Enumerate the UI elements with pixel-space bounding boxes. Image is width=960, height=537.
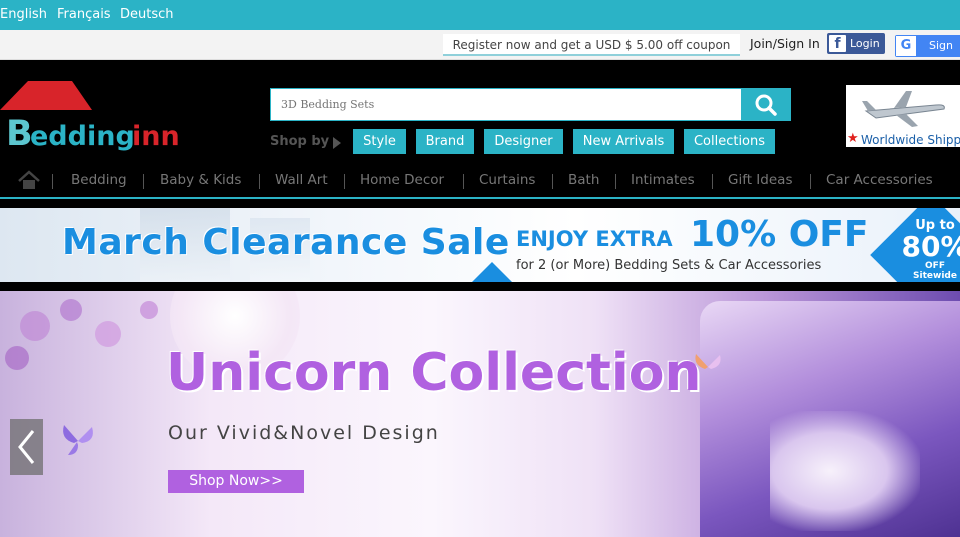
nav-separator xyxy=(344,174,345,189)
blossom-decor xyxy=(5,346,29,370)
logo-text: edding xyxy=(30,121,135,152)
nav-item-curtains[interactable]: Curtains xyxy=(479,172,535,188)
facebook-login-label: Login xyxy=(850,37,880,50)
coupon-banner[interactable]: Register now and get a USD $ 5.00 off co… xyxy=(443,34,740,56)
shop-by-designer-button[interactable]: Designer xyxy=(484,129,563,154)
slider-prev-button[interactable] xyxy=(10,419,43,475)
facebook-login-button[interactable]: f Login xyxy=(827,33,885,54)
lang-deutsch[interactable]: Deutsch xyxy=(120,7,174,22)
search-icon xyxy=(755,94,777,116)
logo-b: B xyxy=(6,114,33,154)
nav-separator xyxy=(615,174,616,189)
nav-item-wall-art[interactable]: Wall Art xyxy=(275,172,328,188)
promo-triangle-decor xyxy=(472,262,512,282)
nav-item-bath[interactable]: Bath xyxy=(568,172,599,188)
butterfly-icon xyxy=(63,425,93,455)
promo-badge: Up to 80% OFF Sitewide xyxy=(900,218,960,281)
nav-item-intimates[interactable]: Intimates xyxy=(631,172,695,188)
shop-by-brand-button[interactable]: Brand xyxy=(416,129,474,154)
beddinginn-logo[interactable]: B edding inn xyxy=(0,79,200,154)
nav-item-car-accessories[interactable]: Car Accessories xyxy=(826,172,933,188)
shipping-text: Worldwide Shipping xyxy=(861,133,960,147)
nav-item-bedding[interactable]: Bedding xyxy=(71,172,127,188)
shop-by-new-arrivals-button[interactable]: New Arrivals xyxy=(573,129,674,154)
promo-enjoy-extra: ENJOY EXTRA xyxy=(516,227,673,251)
google-icon: G xyxy=(896,36,916,56)
nav-item-baby-kids[interactable]: Baby & Kids xyxy=(160,172,241,188)
promo-title: March Clearance Sale xyxy=(62,222,510,263)
roof-icon xyxy=(0,81,92,110)
shop-by-style-button[interactable]: Style xyxy=(353,129,406,154)
blossom-decor xyxy=(140,301,158,319)
search-input[interactable] xyxy=(270,88,742,121)
airplane-icon xyxy=(862,91,945,127)
utility-bar: Register now and get a USD $ 5.00 off co… xyxy=(0,30,960,74)
nav-separator xyxy=(143,174,144,189)
google-signin-button[interactable]: G Sign in xyxy=(895,35,960,74)
search-button[interactable] xyxy=(741,88,791,121)
blossom-decor xyxy=(95,321,121,347)
hero-title: Unicorn Collection xyxy=(166,343,702,403)
shop-by-collections-button[interactable]: Collections xyxy=(684,129,775,154)
lang-english[interactable]: English xyxy=(0,7,47,22)
nav-separator xyxy=(552,174,553,189)
blossom-decor xyxy=(20,311,50,341)
main-nav: Bedding Baby & Kids Wall Art Home Decor … xyxy=(0,166,960,194)
nav-separator xyxy=(52,174,53,189)
chevron-left-icon xyxy=(18,430,35,464)
nav-separator xyxy=(463,174,464,189)
shop-now-button[interactable]: Shop Now>> xyxy=(168,470,304,493)
nav-divider xyxy=(0,197,960,199)
promo-subtitle: for 2 (or More) Bedding Sets & Car Acces… xyxy=(516,258,822,273)
promo-badge-sitewide: Sitewide xyxy=(913,271,957,281)
hero-subtitle: Our Vivid&Novel Design xyxy=(168,422,440,444)
language-bar: English Français Deutsch xyxy=(0,0,960,30)
facebook-icon: f xyxy=(829,35,846,52)
promo-percent: 10% OFF xyxy=(690,214,869,255)
nav-separator xyxy=(712,174,713,189)
shop-by-label: Shop by xyxy=(270,134,330,149)
star-icon: ★ xyxy=(847,131,859,146)
nav-separator xyxy=(259,174,260,189)
butterfly-icon xyxy=(695,354,721,369)
blossom-decor xyxy=(60,299,82,321)
lang-francais[interactable]: Français xyxy=(57,7,111,22)
logo-inn: inn xyxy=(132,121,180,152)
nav-item-gift-ideas[interactable]: Gift Ideas xyxy=(728,172,792,188)
nav-item-home-decor[interactable]: Home Decor xyxy=(360,172,444,188)
unicorn-image xyxy=(770,411,920,531)
hero-slider[interactable]: Unicorn Collection Our Vivid&Novel Desig… xyxy=(0,291,960,537)
worldwide-shipping-badge[interactable]: ★ Worldwide Shipping xyxy=(846,85,960,147)
home-icon[interactable] xyxy=(17,170,41,190)
promo-badge-value: 80% xyxy=(901,230,960,263)
shop-by-arrow-icon xyxy=(333,137,341,149)
nav-separator xyxy=(810,174,811,189)
join-signin-link[interactable]: Join/Sign In xyxy=(750,36,820,51)
